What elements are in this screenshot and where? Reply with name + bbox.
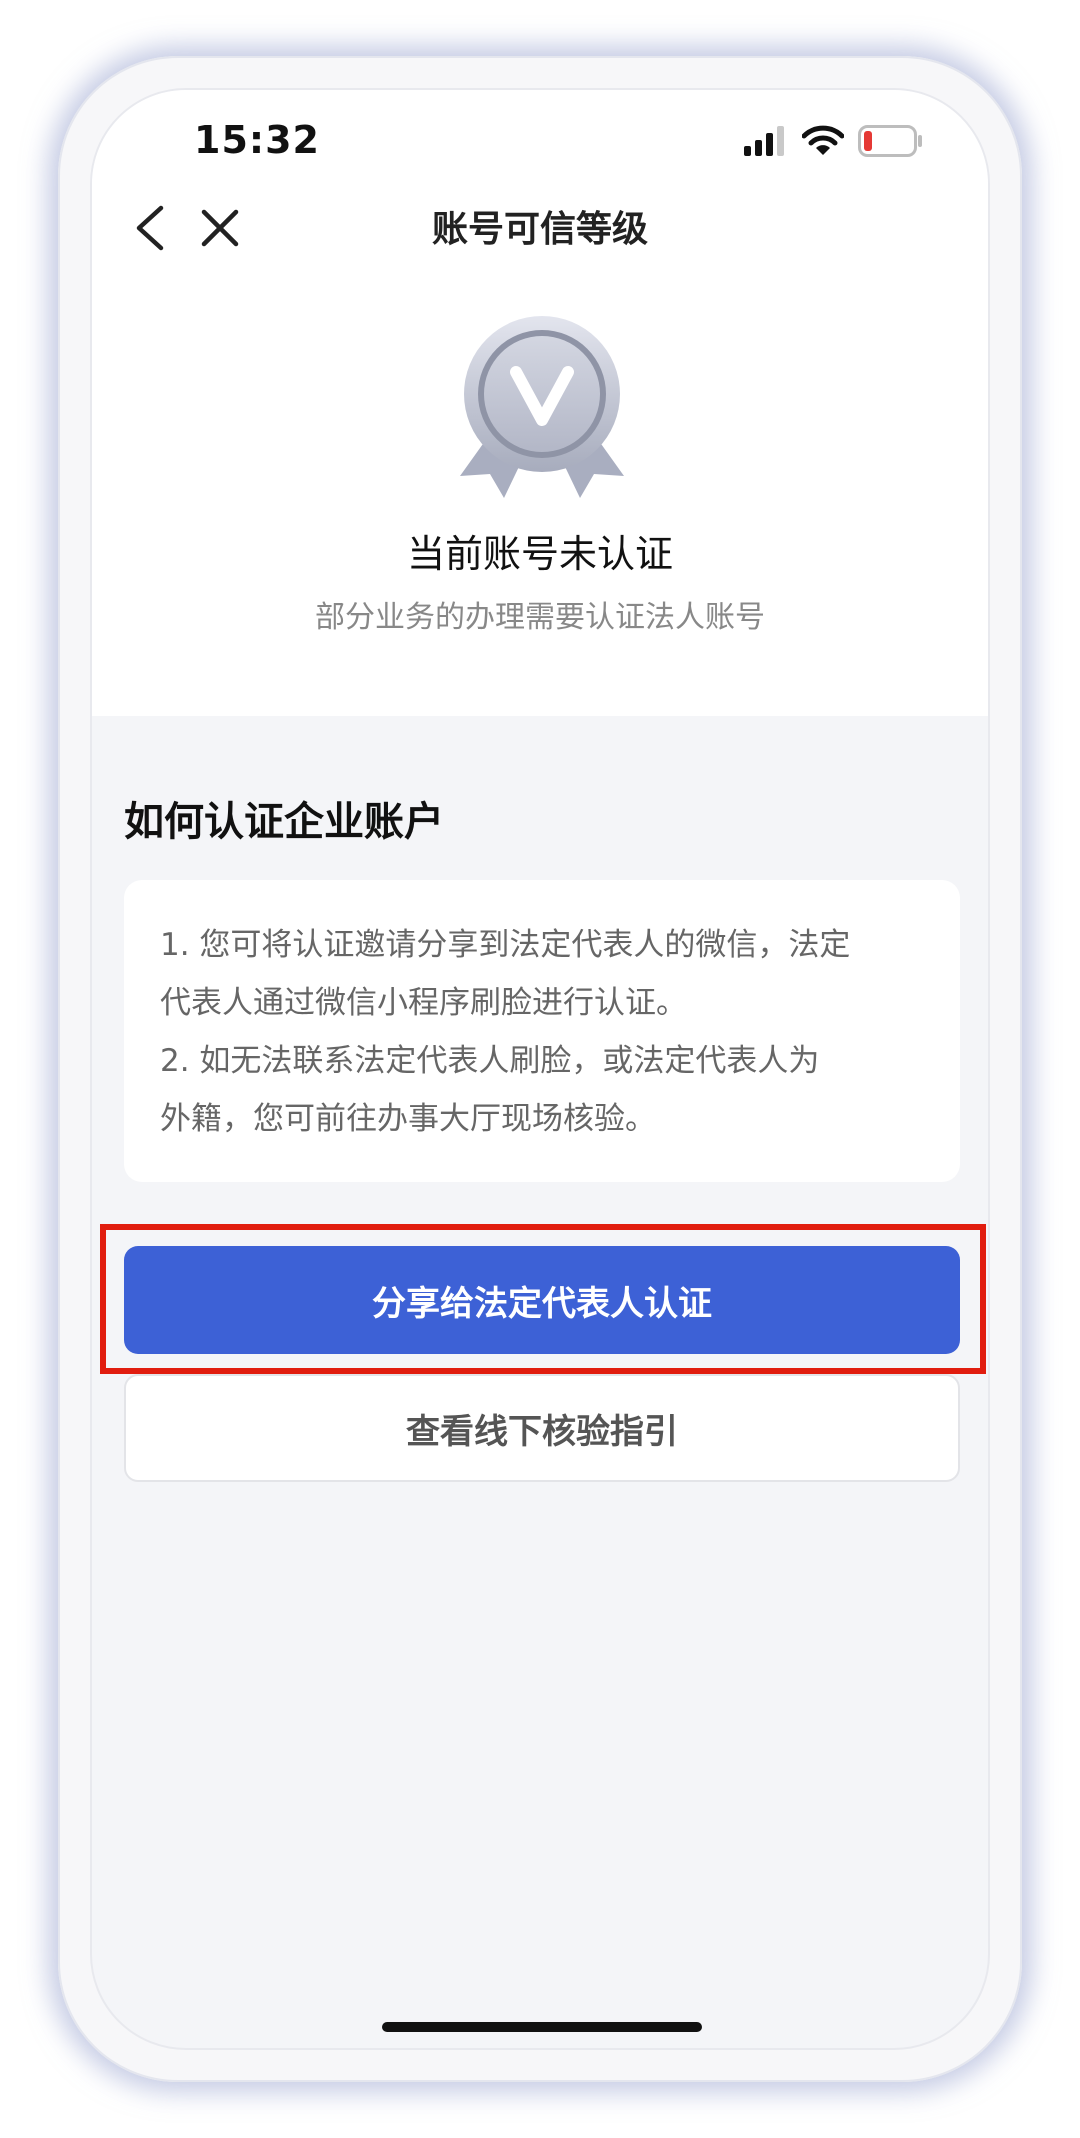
verification-status-subtitle: 部分业务的办理需要认证法人账号	[315, 600, 765, 635]
verified-medal-icon	[456, 314, 628, 498]
canvas: 15:32 账号可信等级 当前账号未认证 部分业务的办理需要认证法人账号 如何认…	[0, 0, 1080, 2138]
status-time: 15:32	[194, 118, 320, 162]
wifi-icon	[801, 125, 845, 161]
instruction-line: 代表人通过微信小程序刷脸进行认证。	[160, 985, 687, 1021]
page-title: 账号可信等级	[431, 209, 648, 250]
share-to-legal-representative-button[interactable]: 分享给法定代表人认证	[124, 1246, 960, 1354]
instructions-card: 1. 您可将认证邀请分享到法定代表人的微信，法定 代表人通过微信小程序刷脸进行认…	[124, 880, 960, 1182]
verification-status-title: 当前账号未认证	[406, 532, 673, 576]
status-icons	[744, 125, 924, 161]
section-title: 如何认证企业账户	[124, 799, 444, 845]
header-card: 15:32 账号可信等级 当前账号未认证 部分业务的办理需要认证法人账号	[92, 90, 988, 716]
home-indicator[interactable]	[382, 2022, 702, 2032]
instruction-line: 外籍，您可前往办事大厅现场核验。	[160, 1101, 656, 1137]
cellular-signal-icon	[744, 126, 788, 160]
offline-verification-guide-button[interactable]: 查看线下核验指引	[124, 1374, 960, 1482]
instruction-line: 1. 您可将认证邀请分享到法定代表人的微信，法定	[160, 927, 851, 963]
phone-screen: 15:32 账号可信等级 当前账号未认证 部分业务的办理需要认证法人账号 如何认…	[90, 88, 990, 2050]
instruction-line: 2. 如无法联系法定代表人刷脸，或法定代表人为	[160, 1043, 820, 1079]
battery-low-icon	[858, 125, 924, 161]
